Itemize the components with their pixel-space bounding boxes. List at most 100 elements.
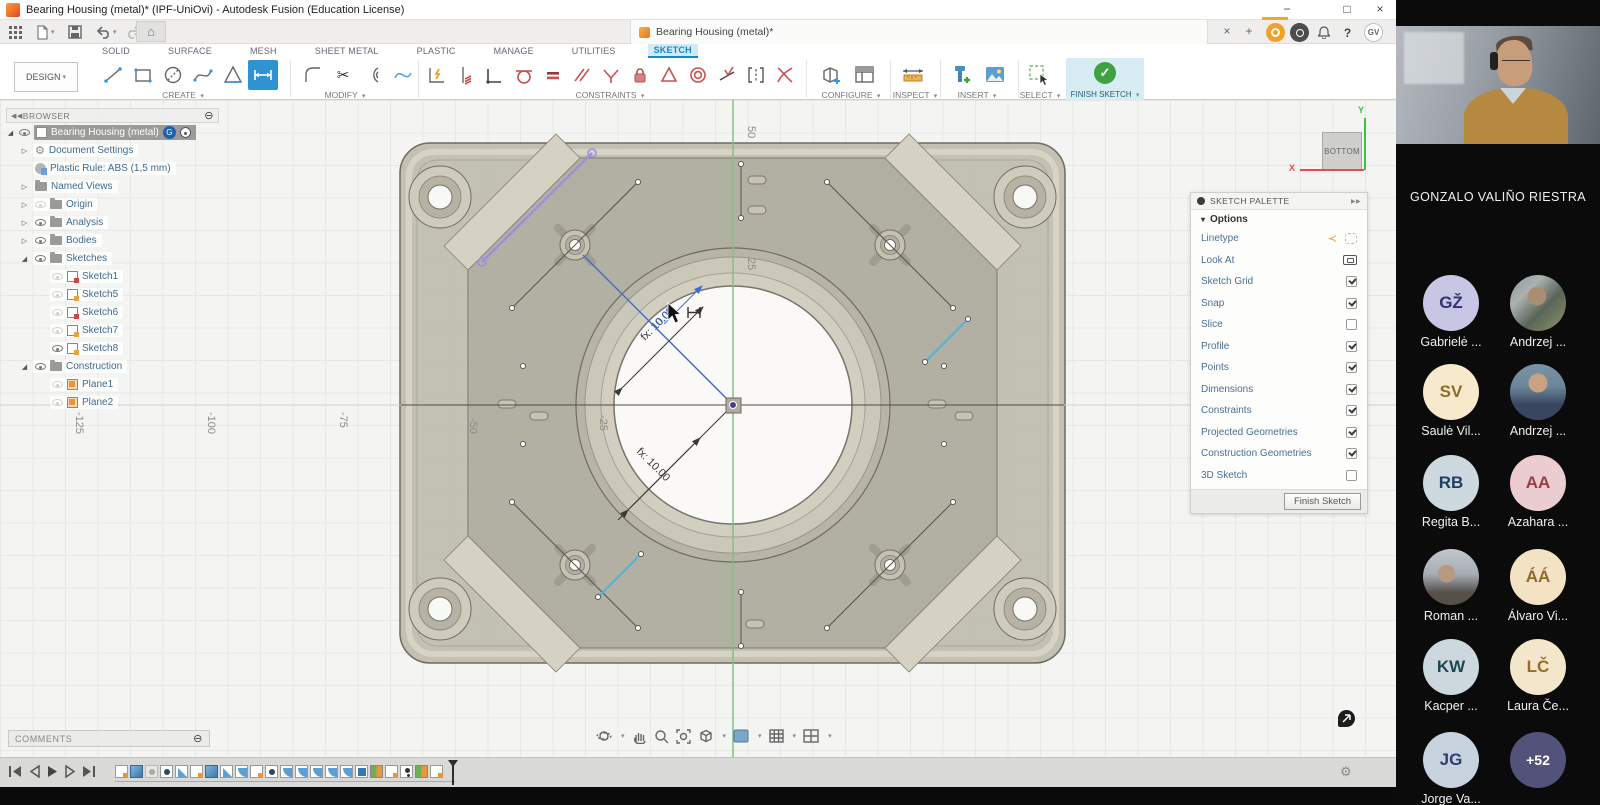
browser-item[interactable]: ◢ Sketches — [6, 250, 219, 267]
browser-item-label[interactable]: Document Settings — [49, 145, 134, 156]
undo-icon[interactable]: ▾ — [96, 23, 117, 41]
pan-icon[interactable] — [632, 729, 647, 744]
expand-arrow-icon[interactable]: ▷ — [20, 237, 29, 245]
construction-geometries-checkbox[interactable] — [1346, 448, 1357, 459]
sketch-dimension-icon[interactable] — [424, 62, 450, 88]
expand-arrow-icon[interactable]: ◢ — [20, 255, 29, 263]
timeline-feature-fillet[interactable] — [235, 765, 248, 778]
timeline-feature-sketch[interactable] — [385, 765, 398, 778]
expand-arrow-icon[interactable]: ▷ — [20, 219, 29, 227]
fit-icon[interactable] — [676, 729, 691, 744]
participant-tile[interactable]: RB Regita B... — [1408, 455, 1494, 529]
polygon-constraint-icon[interactable] — [656, 62, 682, 88]
browser-item[interactable]: Sketch6 — [6, 304, 219, 321]
browser-item[interactable]: ▷ Analysis — [6, 214, 219, 231]
sketch-scale-tool-icon[interactable] — [390, 62, 416, 88]
timeline-feature-fillet[interactable] — [325, 765, 338, 778]
collapse-panel-icon[interactable]: ◀◀ — [11, 112, 23, 120]
visibility-eye-icon[interactable] — [35, 201, 46, 208]
timeline-feature-extrude[interactable] — [205, 765, 218, 778]
comments-bar[interactable]: COMMENTS ⊖ — [8, 730, 210, 747]
timeline-feature-fillet[interactable] — [295, 765, 308, 778]
browser-item[interactable]: Sketch8 — [6, 340, 219, 357]
group-label-modify[interactable]: MODIFY ▾ — [325, 90, 366, 100]
visibility-eye-icon[interactable] — [52, 309, 63, 316]
fillet-tool-icon[interactable] — [300, 62, 326, 88]
curvature-constraint-icon[interactable] — [772, 62, 798, 88]
job-status-icon[interactable] — [1266, 23, 1285, 42]
configure-feature-icon[interactable] — [818, 62, 844, 88]
orbit-icon[interactable] — [596, 728, 612, 744]
browser-item-label[interactable]: Construction — [66, 361, 122, 372]
browser-item-label[interactable]: Sketch1 — [82, 271, 118, 282]
parallel-constraint-icon[interactable] — [569, 62, 595, 88]
browser-item[interactable]: Plane1 — [6, 376, 219, 393]
perpendicular-constraint-icon[interactable] — [598, 62, 624, 88]
home-button[interactable]: ⌂ — [136, 21, 166, 42]
midpoint-constraint-icon[interactable] — [714, 62, 740, 88]
activate-component-icon[interactable] — [180, 127, 191, 138]
timeline-feature-hole2[interactable] — [400, 765, 413, 778]
line-tool-icon[interactable] — [100, 62, 126, 88]
participant-avatar[interactable]: JG — [1423, 732, 1479, 788]
timeline-feature-hole[interactable] — [160, 765, 173, 778]
minimize-button[interactable]: − — [1275, 2, 1299, 18]
display-settings-icon[interactable] — [698, 728, 714, 744]
speaker-video[interactable] — [1396, 26, 1600, 144]
timeline-feature-suppressed[interactable] — [145, 765, 158, 778]
options-section[interactable]: ▾ Options — [1191, 210, 1367, 228]
tab-sketch[interactable]: SKETCH — [648, 44, 698, 58]
browser-item[interactable]: ▷ Origin — [6, 196, 219, 213]
save-icon[interactable] — [68, 23, 82, 41]
expand-arrow-icon[interactable]: ◢ — [20, 363, 29, 371]
browser-item-label[interactable]: Bodies — [66, 235, 97, 246]
visibility-eye-icon[interactable] — [19, 129, 30, 136]
account-avatar[interactable]: GV — [1364, 23, 1383, 42]
maximize-button[interactable]: □ — [1335, 2, 1359, 18]
participant-tile[interactable]: KW Kacper ... — [1408, 639, 1494, 713]
group-label-configure[interactable]: CONFIGURE ▾ — [822, 90, 881, 100]
browser-item[interactable]: Sketch1 — [6, 268, 219, 285]
coincident-constraint-icon[interactable] — [453, 62, 479, 88]
linetype-construction-icon[interactable] — [1345, 233, 1357, 244]
timeline-feature-fillet[interactable] — [310, 765, 323, 778]
root-component-label[interactable]: Bearing Housing (metal) — [51, 127, 159, 138]
timeline-go-start-button[interactable] — [8, 765, 22, 778]
projected-geometries-checkbox[interactable] — [1346, 427, 1357, 438]
tab-surface[interactable]: SURFACE — [162, 45, 218, 57]
participant-avatar-photo[interactable] — [1510, 275, 1566, 331]
group-label-insert[interactable]: INSERT ▾ — [958, 90, 997, 100]
circle-tool-icon[interactable] — [160, 62, 186, 88]
participant-tile[interactable]: JG Jorge Va... — [1408, 732, 1494, 805]
browser-item-label[interactable]: Plane2 — [82, 397, 113, 408]
browser-item-label[interactable]: Sketch8 — [82, 343, 118, 354]
browser-item-label[interactable]: Named Views — [51, 181, 113, 192]
browser-item-label[interactable]: Plane1 — [82, 379, 113, 390]
points-checkbox[interactable] — [1346, 362, 1357, 373]
browser-item[interactable]: ▷ Named Views — [6, 178, 219, 195]
workspace-selector[interactable]: DESIGN ▾ — [14, 62, 78, 92]
close-window-button[interactable]: × — [1368, 2, 1392, 18]
equal-constraint-icon[interactable] — [540, 62, 566, 88]
history-icon[interactable] — [1290, 23, 1309, 42]
notification-bell-icon[interactable] — [1314, 23, 1333, 42]
insert-image-icon[interactable] — [982, 62, 1008, 88]
tab-sheet-metal[interactable]: SHEET METAL — [309, 45, 385, 57]
participant-avatar[interactable]: LČ — [1510, 639, 1566, 695]
finish-sketch-panel[interactable]: ✓ FINISH SKETCH ▾ — [1066, 58, 1144, 100]
sketch-palette-header[interactable]: SKETCH PALETTE ▶▶ — [1191, 193, 1367, 210]
group-label-select[interactable]: SELECT ▾ — [1020, 90, 1061, 100]
linetype-centerline-icon[interactable]: ≺ — [1328, 232, 1337, 245]
group-label-create[interactable]: CREATE ▾ — [162, 90, 204, 100]
screen-share-annotation-badge[interactable] — [1338, 710, 1355, 727]
timeline-feature-fillet[interactable] — [280, 765, 293, 778]
more-participants-badge[interactable]: +52 — [1510, 732, 1566, 788]
measure-tool-icon[interactable] — [900, 62, 926, 88]
timeline-settings-gear-icon[interactable]: ⚙ — [1340, 764, 1352, 780]
participant-tile[interactable]: AA Azahara ... — [1495, 455, 1581, 529]
expand-arrow-icon[interactable]: ◢ — [6, 129, 15, 137]
visibility-eye-icon[interactable] — [52, 291, 63, 298]
visibility-eye-icon[interactable] — [52, 273, 63, 280]
document-tab[interactable]: Bearing Housing (metal)* — [630, 20, 1208, 44]
browser-item[interactable]: Sketch7 — [6, 322, 219, 339]
